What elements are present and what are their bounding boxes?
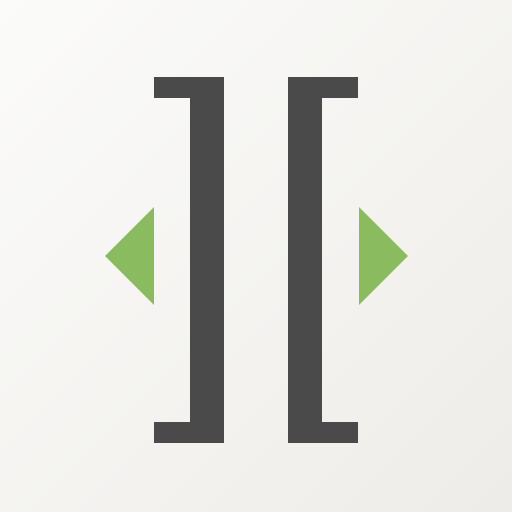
arrow-left-icon [105, 207, 154, 305]
app-icon-graphic [105, 77, 408, 443]
app-icon [0, 0, 512, 512]
left-bracket-icon [288, 77, 358, 443]
right-bracket-icon [154, 77, 224, 443]
arrow-right-icon [359, 207, 408, 305]
